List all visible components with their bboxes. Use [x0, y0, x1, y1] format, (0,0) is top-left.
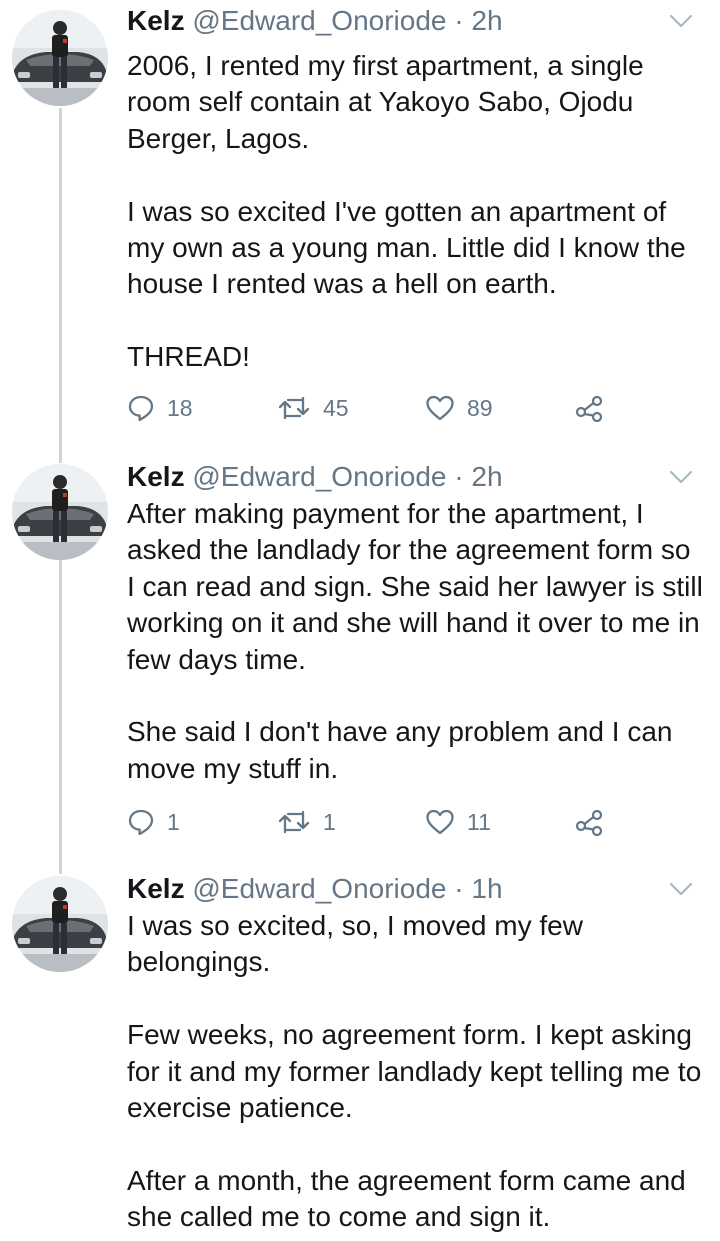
tweet-content: Kelz @Edward_Onoriode · 2h After making … [127, 458, 704, 787]
chevron-down-icon[interactable] [666, 462, 696, 492]
tweet-timestamp[interactable]: 2h [471, 5, 502, 36]
tweet[interactable]: Kelz @Edward_Onoriode · 2h After making … [0, 456, 720, 866]
tweet-actions: 18 45 89 [127, 388, 607, 428]
author-handle[interactable]: @Edward_Onoriode [192, 5, 446, 36]
reply-button[interactable]: 18 [127, 388, 193, 428]
tweet-paragraph: She said I don't have any problem and I … [127, 716, 673, 784]
tweet-text: 2006, I rented my first apartment, a sin… [127, 48, 704, 376]
tweet-paragraph: 2006, I rented my first apartment, a sin… [127, 50, 644, 154]
tweet-paragraph: Few weeks, no agreement form. I kept ask… [127, 1019, 702, 1124]
heart-icon [425, 394, 455, 422]
avatar[interactable] [12, 876, 108, 972]
separator-dot: · [454, 461, 464, 492]
tweet-text: I was so excited, so, I moved my few bel… [127, 908, 704, 1236]
retweet-icon [277, 808, 311, 836]
author-handle[interactable]: @Edward_Onoriode [192, 873, 446, 904]
tweet-content: Kelz @Edward_Onoriode · 1h I was so exci… [127, 870, 704, 1236]
author-name[interactable]: Kelz [127, 5, 185, 36]
tweet-paragraph: After making payment for the apartment, … [127, 498, 703, 675]
share-button[interactable] [573, 388, 605, 428]
tweet[interactable]: Kelz @Edward_Onoriode · 1h I was so exci… [0, 868, 720, 1241]
tweet-paragraph: I was so excited I've gotten an apartmen… [127, 195, 686, 300]
reply-button[interactable]: 1 [127, 802, 180, 842]
share-icon [573, 808, 605, 836]
like-button[interactable]: 89 [425, 388, 493, 428]
retweet-button[interactable]: 45 [277, 388, 349, 428]
tweet-paragraph: After a month, the agreement form came a… [127, 1164, 686, 1233]
tweet-paragraph: THREAD! [127, 341, 250, 373]
like-button[interactable]: 11 [425, 802, 491, 842]
separator-dot: · [454, 873, 464, 904]
like-count: 89 [467, 394, 493, 421]
retweet-icon [277, 394, 311, 422]
tweet-timestamp[interactable]: 2h [471, 461, 502, 492]
author-name[interactable]: Kelz [127, 873, 185, 904]
reply-icon [127, 808, 155, 836]
author-handle[interactable]: @Edward_Onoriode [192, 461, 446, 492]
avatar[interactable] [12, 10, 108, 106]
tweet-header: Kelz @Edward_Onoriode · 1h [127, 870, 704, 908]
chevron-down-icon[interactable] [666, 874, 696, 904]
tweet-header: Kelz @Edward_Onoriode · 2h [127, 2, 704, 40]
chevron-down-icon[interactable] [666, 6, 696, 36]
reply-count: 18 [167, 394, 193, 421]
share-icon [573, 394, 605, 422]
avatar[interactable] [12, 464, 108, 560]
retweet-count: 45 [323, 394, 349, 421]
retweet-button[interactable]: 1 [277, 802, 336, 842]
share-button[interactable] [573, 802, 605, 842]
author-name[interactable]: Kelz [127, 461, 185, 492]
tweet-text: After making payment for the apartment, … [127, 496, 704, 787]
separator-dot: · [454, 5, 464, 36]
tweet-paragraph: I was so excited, so, I moved my few bel… [127, 910, 583, 978]
tweet-header: Kelz @Edward_Onoriode · 2h [127, 458, 704, 496]
like-count: 11 [467, 808, 491, 835]
tweet-timestamp[interactable]: 1h [471, 873, 502, 904]
reply-count: 1 [167, 808, 180, 835]
tweet[interactable]: Kelz @Edward_Onoriode · 2h 2006, I rente… [0, 0, 720, 450]
tweet-actions: 1 1 11 [127, 802, 607, 842]
heart-icon [425, 808, 455, 836]
reply-icon [127, 394, 155, 422]
retweet-count: 1 [323, 808, 336, 835]
tweet-content: Kelz @Edward_Onoriode · 2h 2006, I rente… [127, 2, 704, 376]
